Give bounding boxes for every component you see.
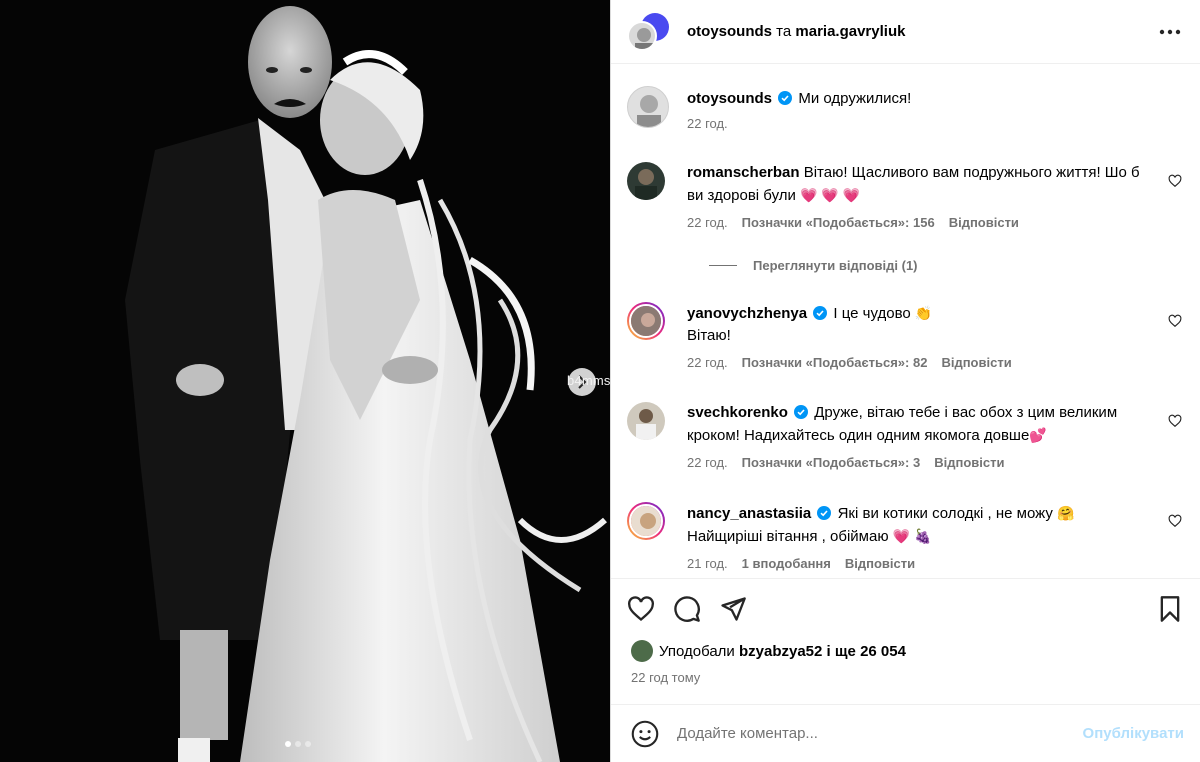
like-comment-heart-icon[interactable] bbox=[1168, 174, 1182, 188]
emoji-icon[interactable] bbox=[631, 720, 659, 748]
post-side-panel: otoysounds та maria.gavryliuk otoysounds bbox=[610, 0, 1200, 762]
comment-time: 22 год. bbox=[687, 455, 728, 470]
wedding-photo-image bbox=[0, 0, 610, 762]
comment-time: 21 год. bbox=[687, 556, 728, 571]
comment-text: І це чудово bbox=[833, 305, 911, 322]
collab-avatars[interactable] bbox=[627, 12, 671, 51]
heart-icon[interactable] bbox=[627, 595, 655, 623]
author-link[interactable]: otoysounds bbox=[687, 23, 772, 40]
avatar[interactable] bbox=[627, 302, 665, 340]
verified-badge-icon bbox=[794, 405, 809, 419]
comment-input[interactable] bbox=[677, 725, 1083, 742]
comment-likes-link[interactable]: Позначки «Подобається»: 3 bbox=[742, 455, 921, 470]
comment-text-line2: Вітаю! bbox=[687, 327, 731, 344]
replies-divider bbox=[709, 265, 737, 266]
comment-likes-link[interactable]: Позначки «Подобається»: 156 bbox=[742, 215, 935, 230]
avatar bbox=[631, 640, 653, 662]
verified-badge-icon bbox=[778, 91, 793, 105]
comment-username[interactable]: svechkorenko bbox=[687, 404, 788, 421]
comment-emoji: 🤗 bbox=[1057, 505, 1075, 521]
post-authors: otoysounds та maria.gavryliuk bbox=[687, 23, 905, 40]
post-photo[interactable]: b4mms bbox=[0, 0, 610, 762]
comment-emoji: 💗 💗 💗 bbox=[800, 187, 861, 203]
comment-time: 22 год. bbox=[687, 116, 728, 131]
comment-text-line2: Найщиріші вітання , обіймаю bbox=[687, 528, 889, 545]
post-header: otoysounds та maria.gavryliuk bbox=[611, 0, 1200, 64]
comment-username[interactable]: romanscherban bbox=[687, 164, 800, 181]
reply-button[interactable]: Відповісти bbox=[949, 215, 1019, 230]
comment-item: nancy_anastasiia Які ви котики солодкі ,… bbox=[627, 502, 1184, 571]
verified-badge-icon bbox=[813, 306, 828, 320]
avatar[interactable] bbox=[627, 86, 669, 128]
likes-prefix: Уподобали bbox=[659, 642, 735, 660]
authors-separator: та bbox=[776, 23, 792, 40]
more-options-button[interactable] bbox=[1156, 20, 1184, 44]
comment-username[interactable]: nancy_anastasiia bbox=[687, 505, 811, 522]
bookmark-icon[interactable] bbox=[1156, 595, 1184, 623]
verified-badge-icon bbox=[817, 506, 832, 520]
comment-composer: Опублікувати bbox=[611, 704, 1200, 762]
caption-row: otoysounds Ми одружилися! 22 год. bbox=[627, 86, 1184, 131]
view-replies-button[interactable]: Переглянути відповіді (1) bbox=[709, 258, 918, 273]
caption-text: Ми одружилися! bbox=[798, 90, 912, 107]
avatar[interactable] bbox=[627, 502, 665, 540]
slide-dot bbox=[305, 741, 311, 747]
slide-dot bbox=[285, 741, 291, 747]
comment-username[interactable]: yanovychzhenya bbox=[687, 305, 807, 322]
post-time: 22 год тому bbox=[631, 670, 701, 685]
like-comment-heart-icon[interactable] bbox=[1168, 414, 1182, 428]
reply-button[interactable]: Відповісти bbox=[934, 455, 1004, 470]
avatar bbox=[627, 20, 657, 51]
publish-button[interactable]: Опублікувати bbox=[1083, 725, 1184, 742]
share-icon[interactable] bbox=[719, 595, 747, 623]
comment-time: 22 год. bbox=[687, 215, 728, 230]
likes-count[interactable]: 26 054 bbox=[860, 643, 906, 660]
like-comment-heart-icon[interactable] bbox=[1168, 314, 1182, 328]
likes-user[interactable]: bzyabzya52 bbox=[739, 643, 822, 660]
more-dots-icon bbox=[1159, 29, 1181, 34]
comment-time: 22 год. bbox=[687, 355, 728, 370]
comment-likes-link[interactable]: Позначки «Подобається»: 82 bbox=[742, 355, 928, 370]
comment-emoji: 💗 🍇 bbox=[892, 528, 932, 544]
comment-item: svechkorenko Друже, вітаю тебе і вас обо… bbox=[627, 402, 1184, 470]
post-actions-bar bbox=[611, 578, 1200, 638]
comment-emoji: 💕 bbox=[1029, 427, 1047, 443]
author-link[interactable]: maria.gavryliuk bbox=[795, 23, 905, 40]
avatar[interactable] bbox=[627, 162, 665, 200]
likes-mid: і ще bbox=[826, 642, 856, 660]
comment-emoji: 👏 bbox=[914, 305, 933, 321]
comment-item: romanscherban Вітаю! Щасливого вам подру… bbox=[627, 162, 1184, 230]
likes-summary[interactable]: Уподобали bzyabzya52 і ще 26 054 bbox=[631, 640, 906, 662]
comment-username[interactable]: otoysounds bbox=[687, 90, 772, 107]
comment-likes-link[interactable]: 1 вподобання bbox=[742, 556, 831, 571]
slide-indicator bbox=[285, 741, 311, 747]
slide-dot bbox=[295, 741, 301, 747]
view-replies-label: Переглянути відповіді (1) bbox=[753, 258, 918, 273]
reply-button[interactable]: Відповісти bbox=[941, 355, 1011, 370]
comment-item: yanovychzhenya І це чудово 👏 Вітаю! 22 г… bbox=[627, 302, 1184, 370]
like-comment-heart-icon[interactable] bbox=[1168, 514, 1182, 528]
comment-icon[interactable] bbox=[673, 595, 701, 623]
watermark: b4mms bbox=[567, 373, 610, 388]
avatar[interactable] bbox=[627, 402, 665, 440]
reply-button[interactable]: Відповісти bbox=[845, 556, 915, 571]
comment-text: Які ви котики солодкі , не можу bbox=[837, 505, 1053, 522]
